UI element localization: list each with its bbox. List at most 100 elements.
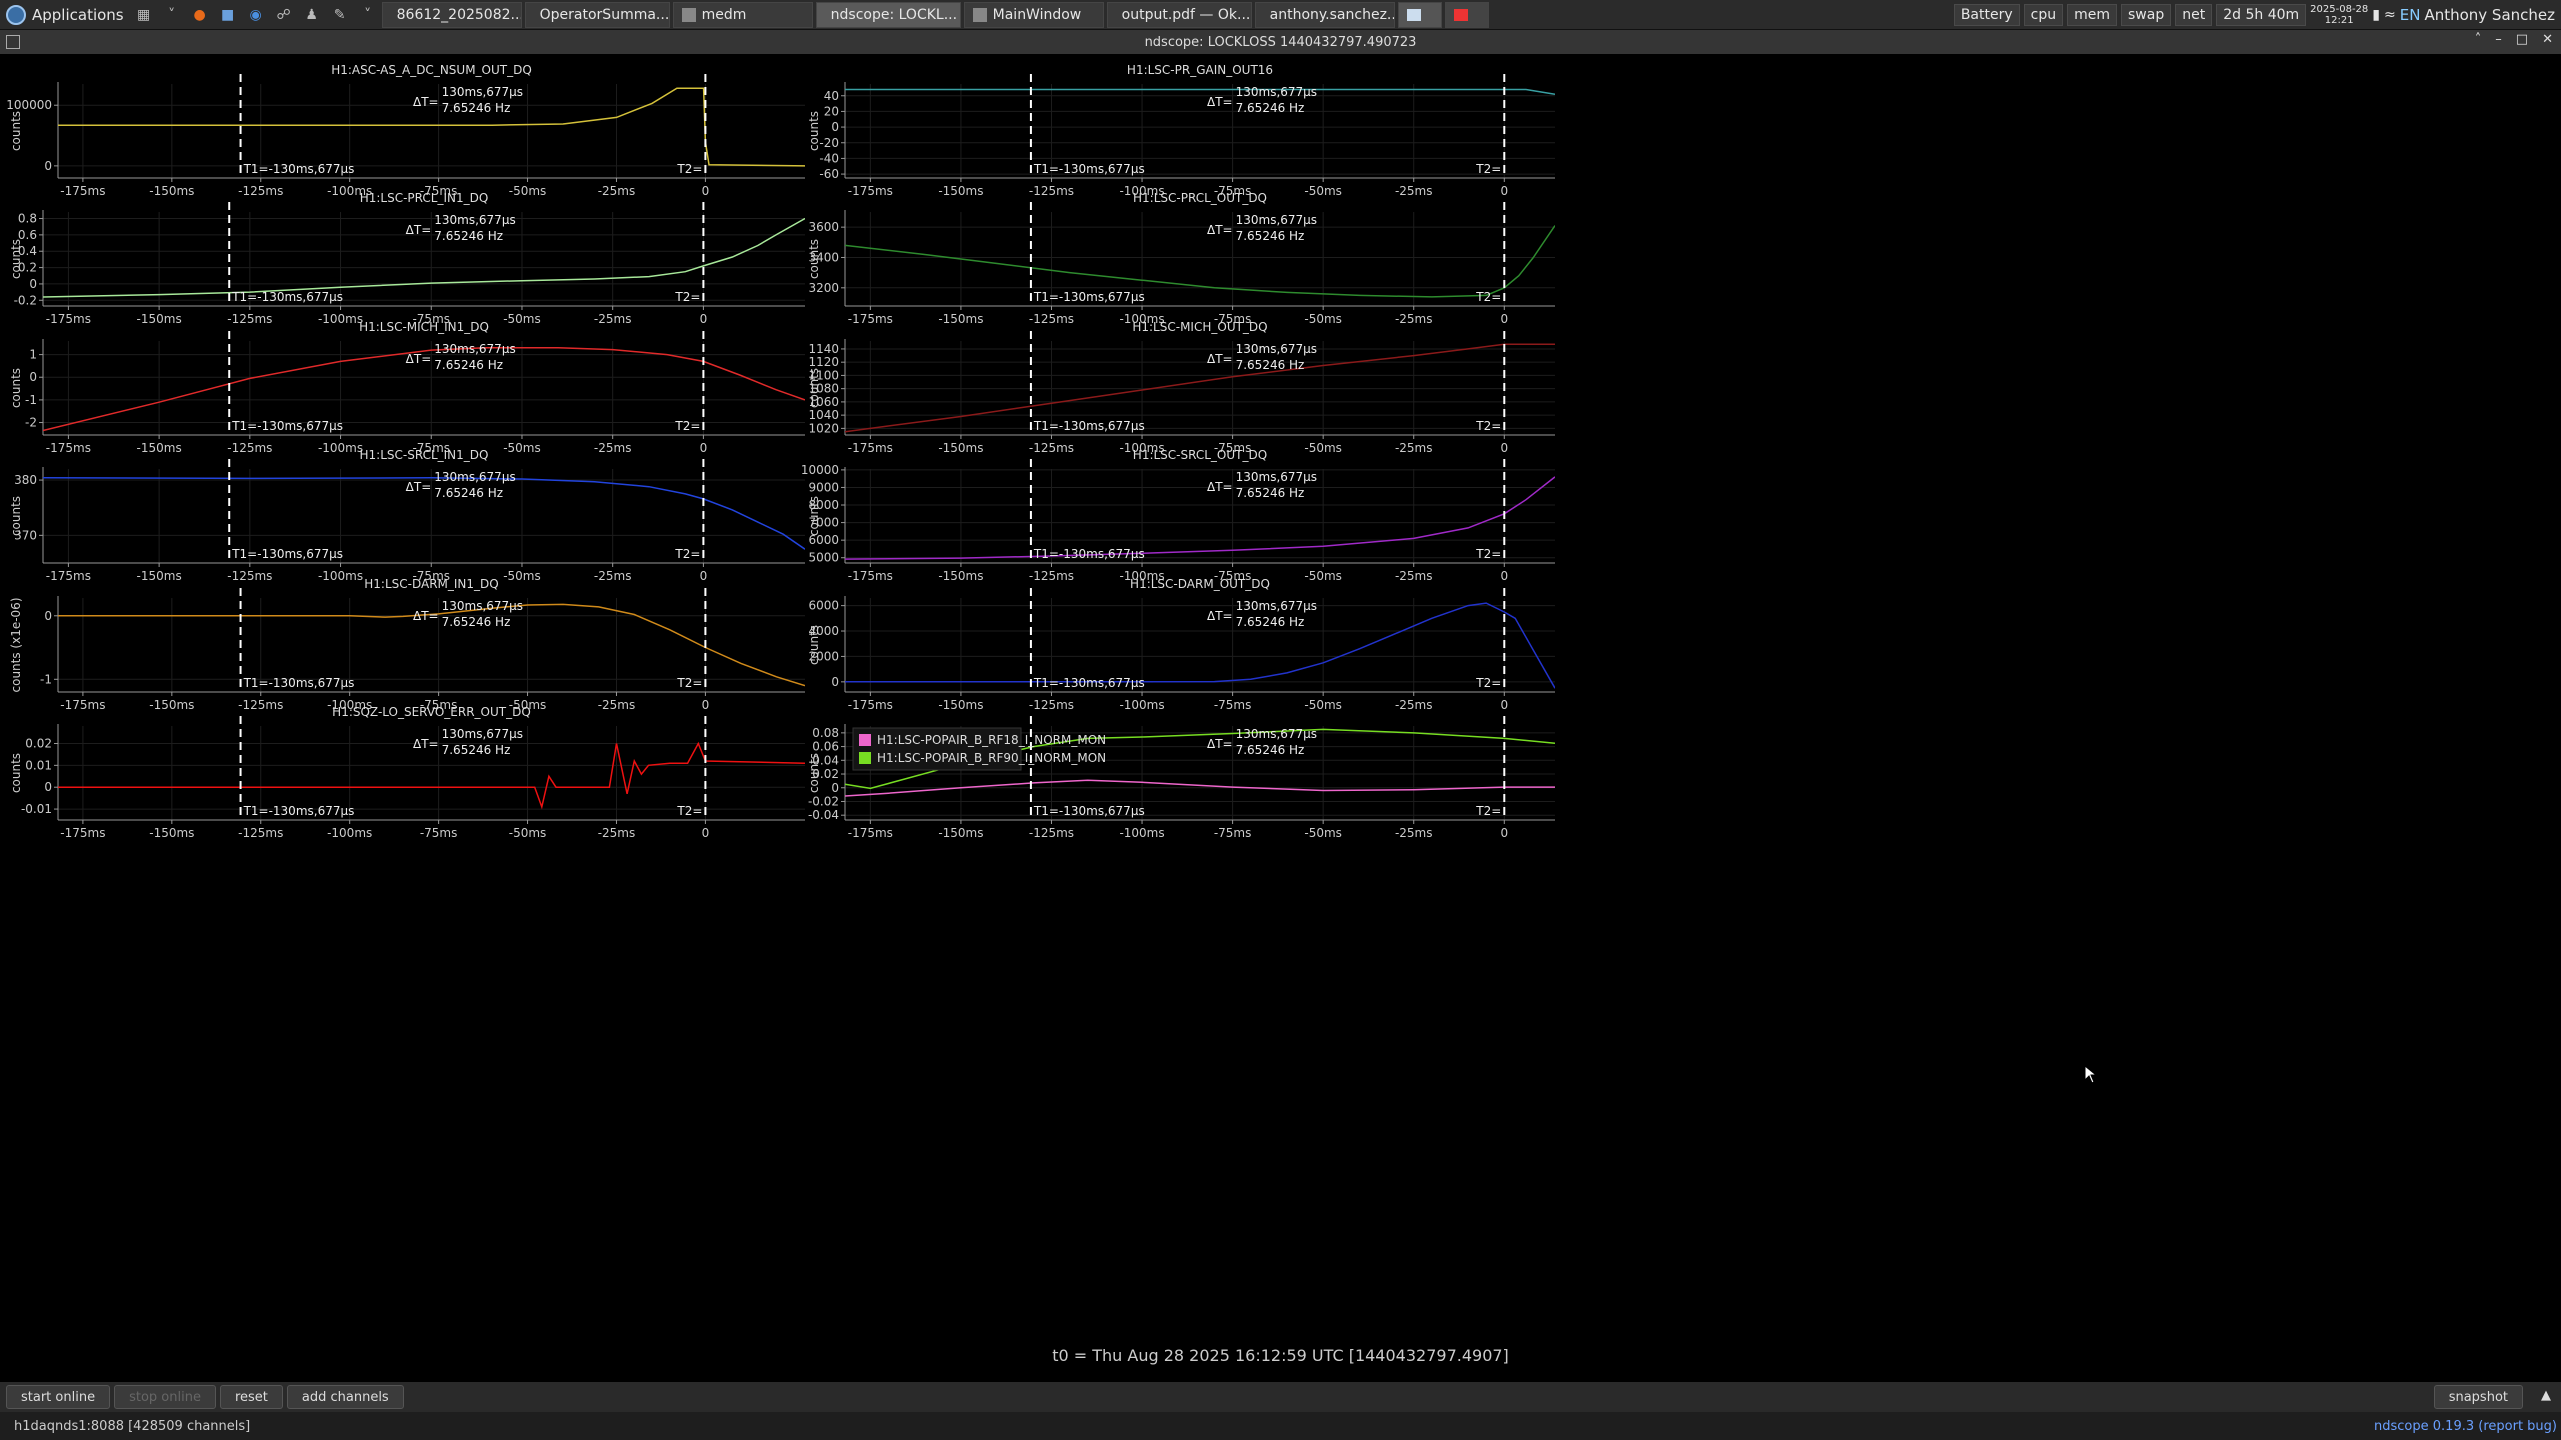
applications-menu[interactable]: Applications (0, 0, 130, 30)
server-status: h1daqnds1:8088 [428509 channels] (14, 1418, 251, 1434)
y-tick-label: -20 (819, 136, 839, 150)
y-tick-label: 3200 (808, 281, 839, 295)
tray-item[interactable]: net (2175, 3, 2213, 26)
plot-panel[interactable]: H1:ASC-AS_A_DC_NSUM_OUT_DQ -175ms -150ms -1… (6, 63, 805, 198)
stop-online-button[interactable]: stop online (114, 1385, 216, 1409)
network-icon[interactable]: ≈ (2384, 7, 2396, 23)
plot-panel[interactable]: H1:LSC-SRCL_OUT_DQ-175ms -150ms -125ms -100… (801, 448, 1555, 583)
plot-panel[interactable]: H1:LSC-SRCL_IN1_DQ -175ms -150ms -125ms -100… (9, 448, 805, 583)
taskbar-item[interactable]: ndscope: LOCKL... (815, 1, 961, 28)
plot-panel[interactable]: H1:LSC-DARM_IN1_DQ -175ms -150ms -125ms -1 0 0… (9, 577, 805, 712)
version-link[interactable]: ndscope 0.19.3 (2374, 1419, 2474, 1434)
frequency-value: 7.65246 Hz (434, 486, 503, 500)
delta-t-value: 130ms,677µs (1236, 470, 1317, 484)
user-name[interactable]: Anthony Sanchez (2424, 6, 2555, 24)
y-tick-label: -60 (819, 167, 839, 181)
taskbar-item[interactable]: OperatorSumma... (524, 1, 670, 28)
battery-icon[interactable]: ▮ (2372, 7, 2380, 23)
x-tick-label: -50ms (1304, 312, 1342, 326)
tray-item[interactable]: swap (2121, 3, 2172, 26)
reset-button[interactable]: reset (219, 1385, 283, 1409)
delta-t-value: 130ms,677µs (442, 727, 523, 741)
plot-title: H1:LSC-DARM_IN1_DQ (364, 577, 498, 591)
x-tick-label: -125ms (238, 826, 283, 840)
plots-svg[interactable]: H1:ASC-AS_A_DC_NSUM_OUT_DQ-175ms -150ms -1… (0, 54, 2561, 1382)
delta-t-value: 130ms,677µs (442, 599, 523, 613)
x-tick-label: -75ms (420, 826, 458, 840)
plot-panel[interactable]: H1:LSC-PRCL_OUT_DQ-175ms -150ms -125ms -100… (807, 191, 1555, 326)
people-launcher-icon[interactable]: ♟ (301, 5, 323, 25)
tray-item[interactable]: 2d 5h 40m (2216, 3, 2307, 26)
plot-panel[interactable]: H1:SQZ-LO_SERVO_ERR_OUT_DQ -175ms -150ms -1… (9, 705, 805, 840)
desktop-pager-icon[interactable] (1397, 1, 1442, 28)
taskbar-item[interactable]: medm (672, 1, 813, 28)
x-tick-label: -25ms (1395, 184, 1433, 198)
x-tick-label: -100ms (1119, 698, 1164, 712)
y-axis-label: counts (807, 496, 821, 536)
plot-panel[interactable]: H1:LSC-MICH_OUT_DQ-175ms -150ms -125ms -100… (807, 320, 1555, 455)
plot-panel[interactable]: H1:LSC-MICH_IN1_DQ-175ms -150ms -125ms -100… (9, 320, 805, 455)
share-launcher-icon[interactable]: ☍ (273, 5, 295, 25)
recording-indicator-icon[interactable] (1444, 1, 1489, 28)
start-online-button[interactable]: start online (6, 1385, 111, 1409)
t2-cursor-label: T2= (674, 419, 700, 433)
t1-cursor-label: T1=-130ms,677µs (1033, 547, 1145, 561)
chrome-launcher-icon[interactable]: ◉ (245, 5, 267, 25)
tray-item[interactable]: Battery (1953, 3, 2020, 26)
t2-cursor-label: T2= (1475, 290, 1501, 304)
taskbar-item[interactable]: anthony.sanchez... (1254, 1, 1395, 28)
t2-cursor-label: T2= (676, 162, 702, 176)
x-tick-label: -75ms (1214, 698, 1252, 712)
y-axis-label: counts (9, 368, 23, 408)
taskbar-item[interactable]: 86612_2025082... (381, 1, 522, 28)
series-line (58, 741, 805, 810)
tray-item[interactable]: mem (2067, 3, 2118, 26)
delta-t-label: ΔT= (413, 609, 439, 623)
y-tick-label: 0 (44, 159, 52, 173)
x-tick-label: -25ms (1395, 826, 1433, 840)
delta-t-label: ΔT= (1207, 95, 1233, 109)
snapshot-button[interactable]: snapshot (2433, 1385, 2523, 1409)
legend-label: H1:LSC-POPAIR_B_RF90_I_NORM_MON (877, 751, 1106, 765)
clock[interactable]: 2025-08-28 12:21 (2310, 4, 2368, 26)
minimize-icon[interactable]: – (2495, 32, 2502, 47)
plot-panel[interactable]: -175ms -150ms -125ms -100ms -75ms -50ms -25ms 0… (807, 716, 1555, 840)
window-shade-icon[interactable]: ˄ (2475, 32, 2482, 47)
x-tick-label: -100ms (318, 569, 363, 583)
plot-panel[interactable]: H1:LSC-PRCL_IN1_DQ -175ms -150ms -125ms -100… (9, 191, 805, 326)
applications-label: Applications (32, 5, 124, 24)
delta-t-label: ΔT= (1207, 352, 1233, 366)
maximize-icon[interactable]: □ (2516, 32, 2528, 47)
x-tick-label: -25ms (594, 441, 632, 455)
y-axis-label: counts (9, 239, 23, 279)
files-launcher-icon[interactable]: ■ (217, 5, 239, 25)
x-tick-label: -175ms (60, 184, 105, 198)
collapse-icon[interactable]: ▲ (2541, 1388, 2551, 1403)
firefox-launcher-icon[interactable]: ● (189, 5, 211, 25)
language-indicator[interactable]: EN (2400, 6, 2421, 24)
x-tick-label: -175ms (848, 184, 893, 198)
report-bug-link[interactable]: (report bug) (2478, 1419, 2557, 1434)
tray-item[interactable]: cpu (2023, 3, 2064, 26)
terminal-launcher-icon[interactable]: ▦ (133, 5, 155, 25)
close-icon[interactable]: ✕ (2542, 32, 2553, 47)
window-menu-icon[interactable] (6, 35, 20, 49)
add-channels-button[interactable]: add channels (286, 1385, 404, 1409)
y-tick-label: 100000 (6, 98, 52, 112)
x-tick-label: -175ms (60, 826, 105, 840)
chevron-down-icon[interactable]: ˅ (161, 5, 183, 25)
x-tick-label: -25ms (598, 698, 636, 712)
clock-time: 12:21 (2324, 14, 2354, 26)
x-tick-label: -100ms (318, 441, 363, 455)
plot-panel[interactable]: H1:LSC-PR_GAIN_OUT16-175ms -150ms -125ms -1… (807, 63, 1555, 198)
chevron-down-icon[interactable]: ˅ (357, 5, 379, 25)
y-axis-label: counts (x1e-06) (9, 597, 23, 692)
task-list: 86612_2025082... OperatorSumma... medm ndsc… (381, 1, 1492, 28)
plot-panel[interactable]: H1:LSC-DARM_OUT_DQ -175ms -150ms -125ms -100… (807, 577, 1555, 712)
taskbar-item[interactable]: MainWindow (963, 1, 1104, 28)
distro-logo-icon (6, 4, 26, 25)
delta-t-value: 130ms,677µs (1236, 85, 1317, 99)
taskbar-item[interactable]: output.pdf — Ok... (1106, 1, 1252, 28)
y-tick-label: -1 (40, 672, 52, 686)
editor-launcher-icon[interactable]: ✎ (329, 5, 351, 25)
